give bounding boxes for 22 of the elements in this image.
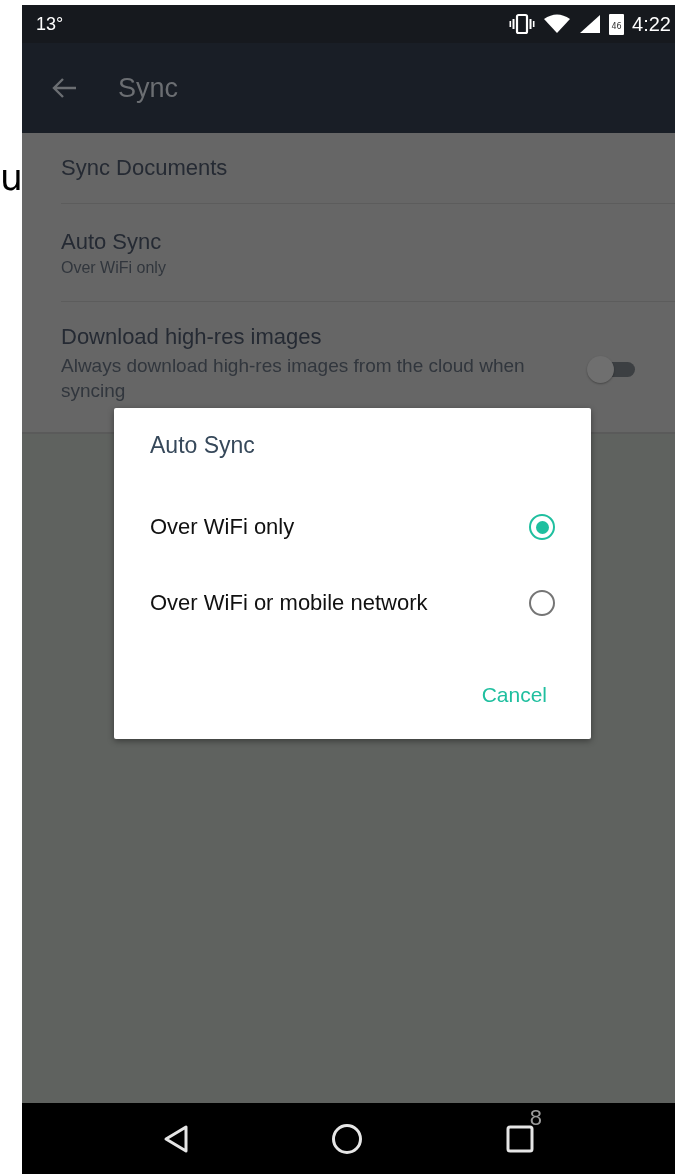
radio-button[interactable] xyxy=(529,514,555,540)
dialog-title: Auto Sync xyxy=(150,432,256,459)
setting-title[interactable]: Auto Sync xyxy=(61,228,675,255)
recents-count: 8 xyxy=(529,1104,543,1131)
setting-title[interactable]: Download high-res images xyxy=(61,324,577,350)
wifi-icon xyxy=(543,14,572,34)
clock-text: 4:22 xyxy=(632,12,671,36)
home-icon[interactable] xyxy=(331,1122,364,1155)
battery-level-text: 46 xyxy=(611,22,622,31)
back-icon[interactable] xyxy=(163,1123,190,1154)
radio-button[interactable] xyxy=(529,590,555,616)
setting-title[interactable]: Sync Documents xyxy=(61,155,675,181)
radio-option[interactable]: Over WiFi or mobile network xyxy=(150,565,591,641)
back-arrow-icon[interactable] xyxy=(52,77,78,99)
toggle-switch[interactable] xyxy=(587,354,637,384)
edge-text: u xyxy=(0,160,23,196)
vibrate-icon xyxy=(509,13,536,35)
temperature-text: 13° xyxy=(36,13,64,35)
recents-icon[interactable] xyxy=(505,1124,534,1153)
toolbar-title: Sync xyxy=(118,72,179,104)
radio-option[interactable]: Over WiFi only xyxy=(150,489,591,565)
signal-icon xyxy=(579,14,602,34)
